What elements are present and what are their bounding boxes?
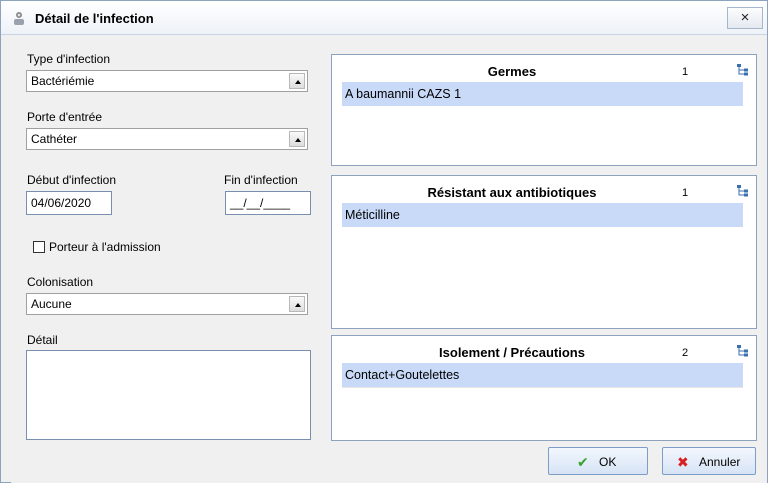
tree-structure-icon[interactable] [736, 184, 750, 198]
chevron-up-icon[interactable] [289, 73, 305, 89]
isolement-panel: Isolement / Précautions 2 Contact+Goutel… [331, 335, 757, 441]
porte-entree-value: Cathéter [31, 132, 78, 146]
title-bar: Détail de l'infection × [1, 1, 767, 35]
type-infection-label: Type d'infection [27, 52, 111, 66]
porte-entree-select[interactable]: Cathéter [26, 128, 308, 150]
colonisation-select[interactable]: Aucune [26, 293, 308, 315]
porte-entree-label: Porte d'entrée [27, 110, 103, 124]
close-button[interactable]: × [727, 7, 763, 29]
fin-infection-field[interactable]: __/__/____ [225, 191, 311, 215]
ok-button[interactable]: ✔ OK [548, 447, 648, 475]
colonisation-label: Colonisation [27, 275, 94, 289]
porteur-admission-label: Porteur à l'admission [49, 240, 161, 254]
cancel-button[interactable]: ✖ Annuler [662, 447, 756, 475]
germes-title: Germes [487, 64, 537, 79]
chevron-up-icon[interactable] [289, 131, 305, 147]
isolement-title: Isolement / Précautions [439, 345, 585, 360]
chevron-up-icon[interactable] [289, 296, 305, 312]
list-item[interactable]: Contact+Goutelettes [342, 363, 743, 387]
ok-label: OK [599, 455, 617, 469]
checkmark-icon: ✔ [577, 454, 589, 470]
list-item[interactable] [342, 387, 743, 411]
type-infection-select[interactable]: Bactériémie [26, 70, 308, 92]
tree-structure-icon[interactable] [736, 344, 750, 358]
porteur-admission-checkbox[interactable] [33, 241, 45, 253]
list-item[interactable]: A baumannii CAZS 1 [342, 82, 743, 106]
list-item[interactable]: Méticilline [342, 203, 743, 227]
detail-label: Détail [27, 333, 58, 347]
resistant-panel: Résistant aux antibiotiques 1 Méticillin… [331, 175, 757, 329]
isolement-item-value: Contact+Goutelettes [345, 368, 460, 382]
window-title: Détail de l'infection [35, 11, 154, 26]
resistant-item-value: Méticilline [345, 208, 400, 222]
close-icon: ✖ [677, 454, 689, 470]
infection-detail-dialog: Détail de l'infection × Type d'infection… [0, 0, 768, 483]
fin-infection-value: __/__/____ [230, 196, 291, 210]
type-infection-value: Bactériémie [31, 74, 95, 88]
debut-infection-field[interactable]: 04/06/2020 [26, 191, 112, 215]
fin-infection-label: Fin d'infection [224, 173, 298, 187]
germes-count: 1 [682, 66, 689, 78]
app-icon [14, 12, 24, 25]
resistant-count: 1 [682, 187, 689, 199]
colonisation-value: Aucune [31, 297, 72, 311]
debut-infection-value: 04/06/2020 [31, 196, 92, 210]
germe-item-value: A baumannii CAZS 1 [345, 87, 462, 101]
dialog-content: Type d'infection Bactériémie Porte d'ent… [11, 35, 767, 483]
detail-textarea[interactable] [26, 350, 311, 440]
isolement-count: 2 [682, 347, 689, 359]
resistant-title: Résistant aux antibiotiques [427, 185, 597, 200]
germes-panel: Germes 1 A baumannii CAZS 1 [331, 54, 757, 166]
debut-infection-label: Début d'infection [27, 173, 117, 187]
cancel-label: Annuler [699, 455, 741, 469]
tree-structure-icon[interactable] [736, 63, 750, 77]
